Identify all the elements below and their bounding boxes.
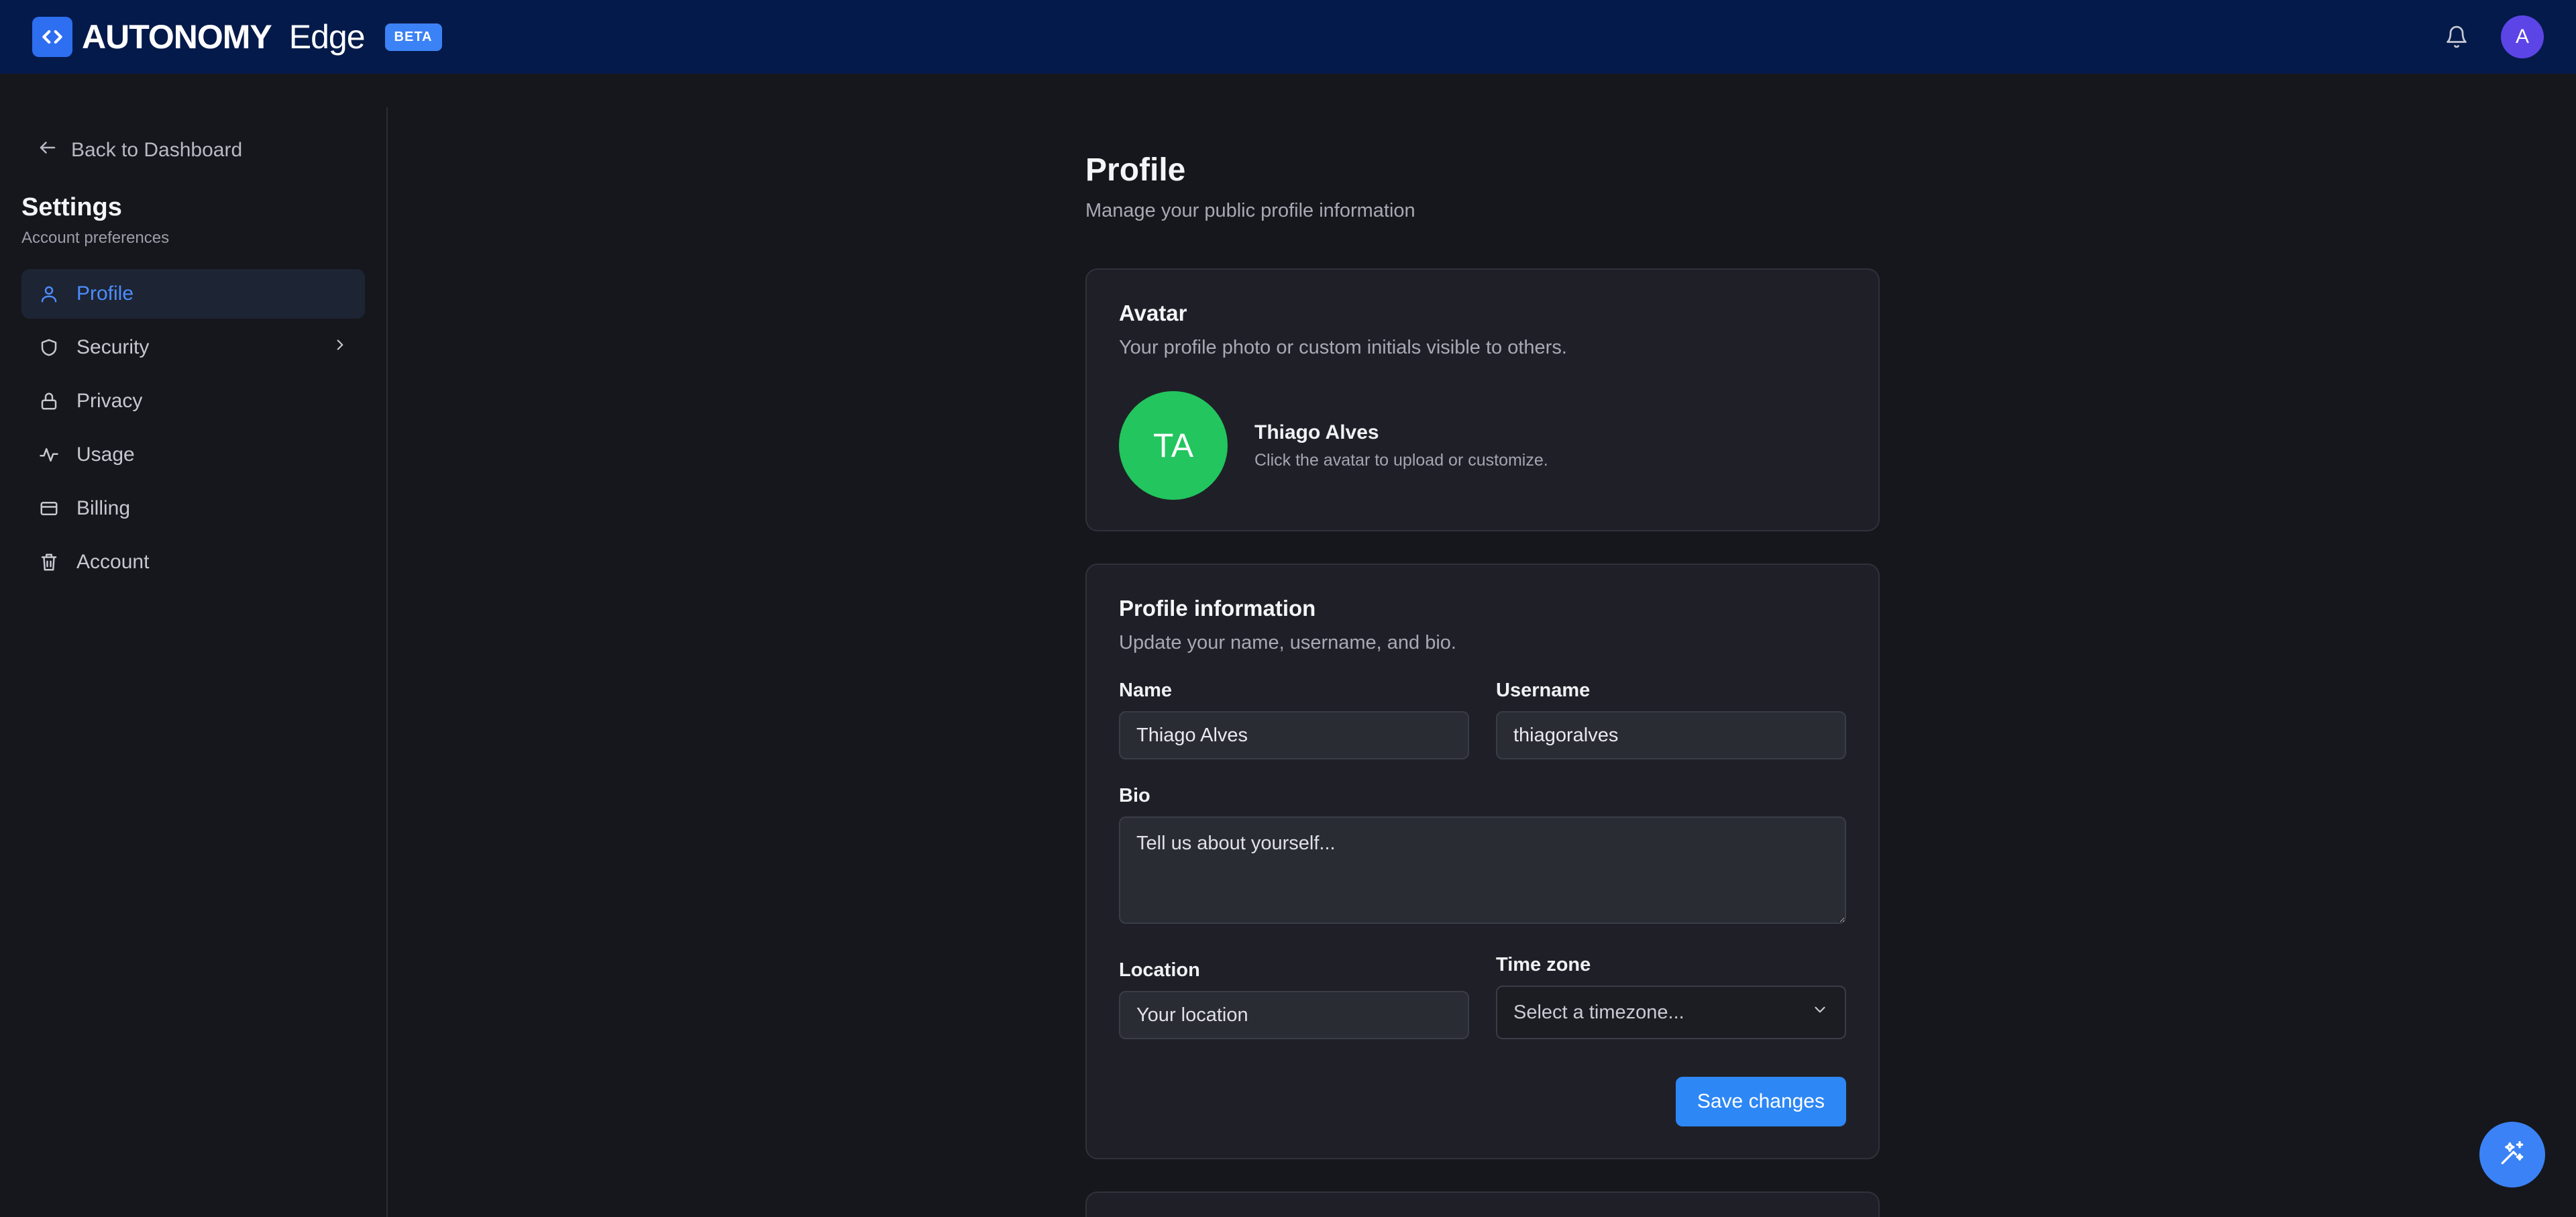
- avatar-card-title: Avatar: [1119, 301, 1187, 325]
- sidebar-item-privacy[interactable]: Privacy: [21, 376, 365, 426]
- avatar-card: Avatar Your profile photo or custom init…: [1085, 268, 1880, 531]
- back-to-dashboard-link[interactable]: Back to Dashboard: [38, 131, 365, 169]
- sidebar-item-label: Account: [76, 551, 150, 573]
- timezone-select-value: Select a timezone...: [1513, 1001, 1684, 1023]
- activity-icon: [38, 443, 60, 466]
- profile-information-card: Profile information Update your name, us…: [1085, 564, 1880, 1159]
- location-label: Location: [1119, 959, 1200, 981]
- timezone-label: Time zone: [1496, 954, 1591, 975]
- timezone-select[interactable]: Select a timezone...: [1496, 986, 1846, 1039]
- avatar-user-name: Thiago Alves: [1254, 421, 1379, 443]
- profile-info-description: Update your name, username, and bio.: [1119, 632, 1456, 653]
- avatar-card-description: Your profile photo or custom initials vi…: [1119, 337, 1567, 358]
- trash-icon: [38, 551, 60, 574]
- name-input[interactable]: [1119, 711, 1469, 759]
- sidebar-item-usage[interactable]: Usage: [21, 430, 365, 480]
- next-settings-card: [1085, 1192, 1880, 1217]
- user-avatar[interactable]: A: [2501, 15, 2544, 58]
- page-subtitle: Manage your public profile information: [1085, 200, 1415, 221]
- sidebar-item-profile[interactable]: Profile: [21, 269, 365, 319]
- ai-assistant-button[interactable]: [2479, 1122, 2545, 1187]
- back-link-label: Back to Dashboard: [71, 139, 243, 161]
- sidebar-item-label: Privacy: [76, 390, 143, 412]
- settings-nav: Profile Security Privacy Usage Billing A…: [21, 269, 365, 587]
- bio-textarea[interactable]: [1119, 816, 1846, 924]
- location-input[interactable]: [1119, 991, 1469, 1039]
- sparkle-wand-icon: [2498, 1139, 2527, 1171]
- code-brackets-icon: [32, 17, 72, 57]
- page-title: Profile: [1085, 152, 1186, 188]
- sidebar-item-security[interactable]: Security: [21, 323, 365, 372]
- sidebar-item-billing[interactable]: Billing: [21, 484, 365, 533]
- bell-icon[interactable]: [2442, 22, 2471, 52]
- brand-subname: Edge: [288, 18, 366, 56]
- avatar-hint: Click the avatar to upload or customize.: [1254, 450, 1548, 470]
- profile-avatar[interactable]: TA: [1119, 391, 1228, 500]
- settings-subtitle: Account preferences: [21, 229, 170, 247]
- sidebar-item-account[interactable]: Account: [21, 537, 365, 587]
- sidebar-item-label: Billing: [76, 497, 131, 519]
- chevron-right-icon: [331, 336, 349, 359]
- profile-info-title: Profile information: [1119, 596, 1316, 621]
- user-icon: [38, 282, 60, 305]
- settings-title: Settings: [21, 193, 122, 221]
- beta-badge: BETA: [384, 23, 442, 51]
- bio-label: Bio: [1119, 785, 1150, 806]
- top-bar: AUTONOMY Edge BETA A: [0, 0, 2576, 74]
- shield-icon: [38, 336, 60, 359]
- credit-card-icon: [38, 497, 60, 520]
- sidebar-item-label: Profile: [76, 282, 134, 305]
- brand-name: AUTONOMY: [82, 18, 272, 56]
- save-changes-button[interactable]: Save changes: [1675, 1077, 1846, 1126]
- name-label: Name: [1119, 680, 1172, 701]
- lock-icon: [38, 390, 60, 413]
- chevron-down-icon: [1811, 1001, 1829, 1024]
- sidebar-item-label: Usage: [76, 443, 135, 466]
- brand[interactable]: AUTONOMY Edge BETA: [32, 17, 442, 57]
- settings-sidebar: Back to Dashboard Settings Account prefe…: [0, 107, 388, 1217]
- sidebar-item-label: Security: [76, 336, 150, 358]
- arrow-left-icon: [38, 138, 58, 163]
- username-input[interactable]: [1496, 711, 1846, 759]
- username-label: Username: [1496, 680, 1591, 701]
